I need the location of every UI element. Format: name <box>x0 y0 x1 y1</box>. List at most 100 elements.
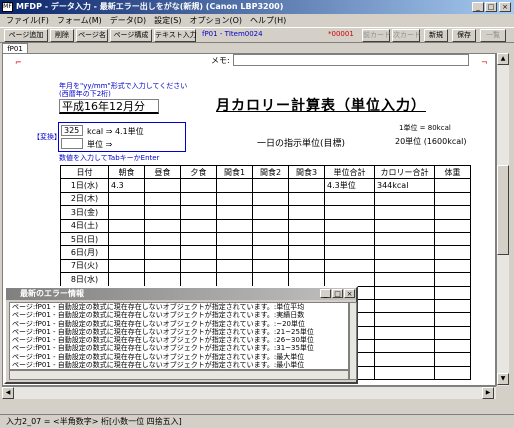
menu-options[interactable]: オプション(O) <box>189 16 242 25</box>
memo-input[interactable] <box>233 54 469 66</box>
unit-input[interactable] <box>61 138 83 149</box>
new-button[interactable]: 新規 <box>424 29 448 42</box>
cell-weight <box>434 272 471 287</box>
date-input[interactable]: 平成16年12月分 <box>59 99 159 114</box>
cell-snack3[interactable] <box>288 258 325 274</box>
cell-snack2[interactable] <box>252 218 289 233</box>
page-name-button[interactable]: ページ名 <box>76 29 108 42</box>
cell-dinner[interactable] <box>180 258 217 274</box>
add-page-button[interactable]: ページ追加 <box>4 29 48 42</box>
cell-total_units <box>324 231 375 247</box>
cell-snack2[interactable] <box>252 191 289 207</box>
error-minimize-button[interactable]: _ <box>320 289 331 298</box>
cell-breakfast[interactable] <box>108 258 145 274</box>
cell-dinner[interactable] <box>180 231 217 247</box>
maximize-button[interactable]: □ <box>485 2 497 12</box>
scroll-thumb[interactable] <box>497 165 509 255</box>
kcal-input[interactable]: 325 <box>61 125 83 136</box>
cell-snack1[interactable] <box>216 205 253 220</box>
cell-lunch[interactable] <box>144 205 181 220</box>
convert-label: 【変換】 <box>33 133 61 141</box>
cell-snack3[interactable] <box>288 205 325 220</box>
cell-weight <box>434 178 471 193</box>
error-maximize-button[interactable]: □ <box>332 289 343 298</box>
cell-lunch[interactable] <box>144 178 181 193</box>
cell-snack1[interactable] <box>216 231 253 247</box>
cell-dinner[interactable] <box>180 218 217 233</box>
menu-settings[interactable]: 設定(S) <box>154 16 181 25</box>
cell-snack1[interactable] <box>216 218 253 233</box>
cell-lunch[interactable] <box>144 191 181 207</box>
cell-breakfast[interactable] <box>108 218 145 233</box>
save-button[interactable]: 保存 <box>452 29 476 42</box>
error-line[interactable]: ページ:fP01 - 自動設定の数式に現在存在しないオブジェクトが指定されていま… <box>10 311 348 319</box>
cell-lunch[interactable] <box>144 258 181 274</box>
cell-snack3[interactable] <box>288 231 325 247</box>
delete-button[interactable]: 削除 <box>50 29 74 42</box>
minimize-button[interactable]: _ <box>472 2 484 12</box>
scroll-left-button[interactable]: ◀ <box>2 387 14 399</box>
list-button[interactable]: 一覧 <box>480 29 506 42</box>
cell-lunch[interactable] <box>144 218 181 233</box>
text-input-button[interactable]: テキスト入力 <box>154 29 197 42</box>
cell-snack2[interactable] <box>252 231 289 247</box>
cell-snack1[interactable] <box>216 245 253 260</box>
cell-snack2[interactable] <box>252 272 289 287</box>
cell-snack1[interactable] <box>216 272 253 287</box>
cell-snack3[interactable] <box>288 218 325 233</box>
error-close-button[interactable]: × <box>344 289 355 298</box>
col-snack2: 間食2 <box>252 164 289 180</box>
cell-snack2[interactable] <box>252 245 289 260</box>
error-line[interactable]: ページ:fP01 - 自動設定の数式に現在存在しないオブジェクトが指定されていま… <box>10 344 348 352</box>
cell-snack3[interactable] <box>288 272 325 287</box>
scroll-down-button[interactable]: ▼ <box>497 373 509 385</box>
cell-snack2[interactable] <box>252 258 289 274</box>
cell-lunch[interactable] <box>144 272 181 287</box>
cell-snack1[interactable] <box>216 178 253 193</box>
scroll-up-button[interactable]: ▲ <box>497 53 509 65</box>
error-line[interactable]: ページ:fP01 - 自動設定の数式に現在存在しないオブジェクトが指定されていま… <box>10 328 348 336</box>
cell-date: 7日(火) <box>60 258 109 274</box>
cell-dinner[interactable] <box>180 245 217 260</box>
cell-dinner[interactable] <box>180 205 217 220</box>
error-list[interactable]: ページ:fP01 - 自動設定の数式に現在存在しないオブジェクトが指定されていま… <box>9 302 349 370</box>
menu-form[interactable]: フォーム(M) <box>57 16 102 25</box>
error-vscrollbar[interactable] <box>349 302 357 380</box>
cell-snack1[interactable] <box>216 191 253 207</box>
cell-dinner[interactable] <box>180 191 217 207</box>
error-line[interactable]: ページ:fP01 - 自動設定の数式に現在存在しないオブジェクトが指定されていま… <box>10 320 348 328</box>
cell-weight <box>434 258 471 274</box>
cell-total_kcal <box>374 231 435 247</box>
cell-breakfast[interactable] <box>108 272 145 287</box>
cell-lunch[interactable] <box>144 245 181 260</box>
cell-snack2[interactable] <box>252 178 289 193</box>
menu-file[interactable]: ファイル(F) <box>6 16 49 25</box>
prev-card-button[interactable]: 前カード <box>362 29 391 42</box>
vertical-scrollbar[interactable]: ▲ ▼ <box>496 53 509 386</box>
menu-data[interactable]: データ(D) <box>110 16 146 25</box>
cell-breakfast[interactable]: 4.3 <box>108 178 145 193</box>
error-hscrollbar[interactable] <box>9 370 349 380</box>
cell-breakfast[interactable] <box>108 191 145 207</box>
cell-breakfast[interactable] <box>108 205 145 220</box>
cell-lunch[interactable] <box>144 231 181 247</box>
cell-dinner[interactable] <box>180 272 217 287</box>
cell-breakfast[interactable] <box>108 231 145 247</box>
cell-snack3[interactable] <box>288 245 325 260</box>
cell-total_kcal <box>374 285 435 300</box>
error-line[interactable]: ページ:fP01 - 自動設定の数式に現在存在しないオブジェクトが指定されていま… <box>10 353 348 361</box>
app-icon[interactable]: MF <box>2 2 13 12</box>
menu-help[interactable]: ヘルプ(H) <box>250 16 286 25</box>
cell-snack3[interactable] <box>288 178 325 193</box>
cell-breakfast[interactable] <box>108 245 145 260</box>
cell-dinner[interactable] <box>180 178 217 193</box>
page-config-button[interactable]: ページ構成 <box>110 29 152 42</box>
horizontal-scrollbar[interactable]: ◀ ▶ <box>2 386 496 399</box>
next-card-button[interactable]: 次カード <box>392 29 421 42</box>
cell-snack3[interactable] <box>288 191 325 207</box>
cell-snack2[interactable] <box>252 205 289 220</box>
scroll-right-button[interactable]: ▶ <box>482 387 494 399</box>
cell-snack1[interactable] <box>216 258 253 274</box>
close-button[interactable]: × <box>499 2 511 12</box>
error-line[interactable]: ページ:fP01 - 自動設定の数式に現在存在しないオブジェクトが指定されていま… <box>10 361 348 369</box>
